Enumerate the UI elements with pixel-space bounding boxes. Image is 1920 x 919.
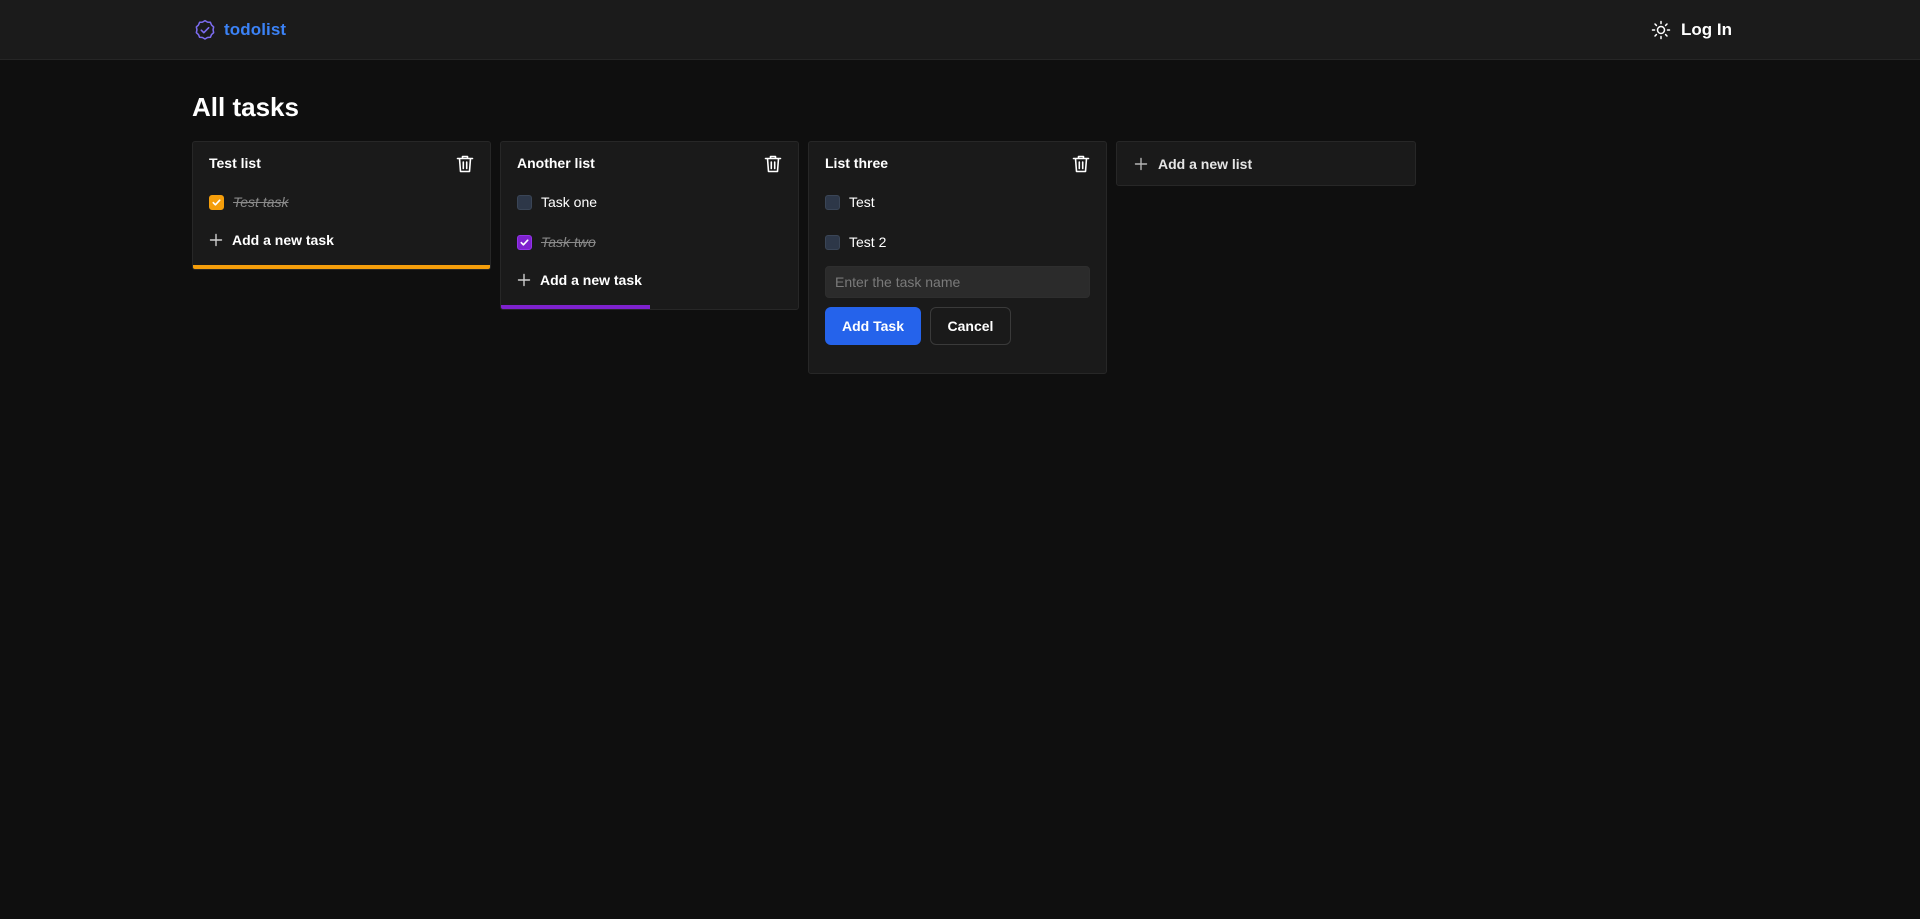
add-task-button[interactable]: Add a new task <box>209 230 334 250</box>
list-title: List three <box>825 155 889 171</box>
add-task-label: Add a new task <box>540 272 642 288</box>
trash-icon[interactable] <box>1072 154 1090 174</box>
task-checkbox[interactable] <box>517 234 532 250</box>
task-item[interactable]: Task two <box>517 232 596 252</box>
trash-icon[interactable] <box>764 154 782 174</box>
task-item[interactable]: Task one <box>517 192 597 212</box>
task-item[interactable]: Test 2 <box>825 232 886 252</box>
new-task-input[interactable] <box>825 266 1090 298</box>
checkmark-icon <box>520 238 529 246</box>
trash-icon[interactable] <box>456 154 474 174</box>
plus-icon <box>209 233 223 247</box>
top-navbar: todolist Log In <box>0 0 1920 60</box>
sun-icon[interactable] <box>1651 20 1671 40</box>
plus-icon <box>517 273 531 287</box>
task-label: Test 2 <box>849 234 887 250</box>
check-badge-icon <box>193 18 217 42</box>
login-area: Log In <box>1651 18 1732 42</box>
add-list-label: Add a new list <box>1158 155 1253 172</box>
progress-fill <box>193 265 490 269</box>
task-checkbox[interactable] <box>517 194 532 210</box>
brand-logo[interactable]: todolist <box>193 18 286 42</box>
add-task-button[interactable]: Add a new task <box>517 270 642 290</box>
task-label: Test <box>849 194 875 210</box>
task-checkbox[interactable] <box>825 234 840 250</box>
list-progress-bar <box>501 305 798 309</box>
progress-fill <box>501 305 650 309</box>
list-card: Test list Test task Add a new task <box>192 141 491 270</box>
list-title: Another list <box>517 155 595 171</box>
add-list-button[interactable]: Add a new list <box>1116 141 1416 186</box>
list-progress-bar <box>193 265 490 269</box>
task-item[interactable]: Test task <box>209 192 289 212</box>
brand-name: todolist <box>224 20 287 39</box>
task-checkbox[interactable] <box>825 194 840 210</box>
list-card: Another list Task one Task two Add a new… <box>500 141 799 310</box>
checkmark-icon <box>212 198 221 206</box>
list-card: List three Test Test 2 Add Task Cancel <box>808 141 1107 374</box>
task-label: Test task <box>233 194 289 210</box>
cancel-button[interactable]: Cancel <box>930 307 1011 345</box>
plus-icon <box>1134 157 1148 171</box>
task-label: Task one <box>541 194 598 210</box>
task-item[interactable]: Test <box>825 192 875 212</box>
page-title: All tasks <box>192 92 299 122</box>
task-label: Task two <box>541 234 596 250</box>
list-title: Test list <box>209 155 261 171</box>
add-task-submit-button[interactable]: Add Task <box>825 307 921 345</box>
login-button[interactable]: Log In <box>1681 20 1732 40</box>
task-checkbox[interactable] <box>209 194 224 210</box>
add-task-label: Add a new task <box>232 232 334 248</box>
